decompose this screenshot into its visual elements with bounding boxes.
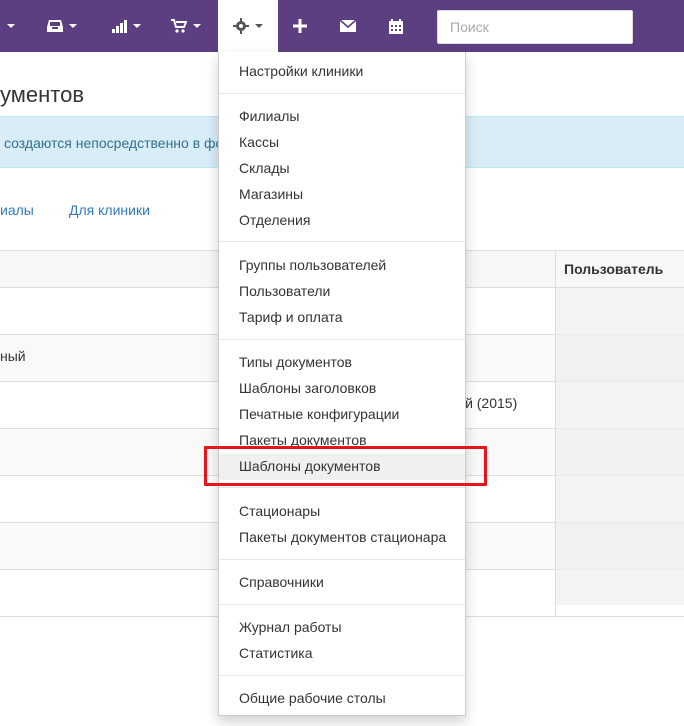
top-navbar xyxy=(0,0,684,52)
menu-item-reference-books[interactable]: Справочники xyxy=(219,570,465,596)
menu-item-document-types[interactable]: Типы документов xyxy=(219,350,465,376)
calendar-icon xyxy=(389,18,403,34)
gear-icon xyxy=(233,18,249,34)
menu-item-departments[interactable]: Отделения xyxy=(219,208,465,234)
menu-item-header-templates[interactable]: Шаблоны заголовков xyxy=(219,376,465,402)
menu-divider xyxy=(219,241,465,242)
menu-item-stores[interactable]: Магазины xyxy=(219,182,465,208)
menu-item-branches[interactable]: Филиалы xyxy=(219,104,465,130)
menu-divider xyxy=(219,604,465,605)
inbox-icon xyxy=(47,19,63,33)
menu-item-user-groups[interactable]: Группы пользователей xyxy=(219,253,465,279)
caret-down-icon xyxy=(133,24,141,28)
menu-item-cashboxes[interactable]: Кассы xyxy=(219,130,465,156)
nav-add-button[interactable] xyxy=(286,0,314,52)
menu-item-statistics[interactable]: Статистика xyxy=(219,641,465,667)
nav-messages-button[interactable] xyxy=(334,0,362,52)
menu-item-shared-desktops[interactable]: Общие рабочие столы xyxy=(219,686,465,712)
nav-calendar-button[interactable] xyxy=(382,0,410,52)
menu-item-clinic-settings[interactable]: Настройки клиники xyxy=(219,59,465,85)
menu-divider xyxy=(219,487,465,488)
caret-down-icon xyxy=(69,24,77,28)
menu-item-users[interactable]: Пользователи xyxy=(219,279,465,305)
page-title: ументов xyxy=(0,82,85,107)
nav-menu-dropdown[interactable] xyxy=(0,0,22,52)
menu-divider xyxy=(219,339,465,340)
shopping-cart-icon xyxy=(171,19,187,33)
menu-item-tariff-payment[interactable]: Тариф и оплата xyxy=(219,305,465,331)
plus-icon xyxy=(293,19,307,33)
menu-item-warehouses[interactable]: Склады xyxy=(219,156,465,182)
nav-reports-dropdown[interactable] xyxy=(100,0,152,52)
menu-divider xyxy=(219,675,465,676)
caret-down-icon xyxy=(255,24,263,28)
info-alert-text: создаются непосредственно в фо xyxy=(4,135,224,151)
table-cell: ный xyxy=(0,348,26,364)
menu-item-print-configs[interactable]: Печатные конфигурации xyxy=(219,402,465,428)
tab-for-clinic[interactable]: Для клиники xyxy=(69,202,150,218)
envelope-icon xyxy=(340,20,356,32)
caret-down-icon xyxy=(7,24,15,28)
settings-dropdown-menu: Настройки клиники Филиалы Кассы Склады М… xyxy=(218,52,466,716)
search-input[interactable] xyxy=(437,10,633,44)
column-header-user: Пользователь xyxy=(555,251,663,288)
bar-chart-icon xyxy=(111,19,127,33)
user-column-placeholder xyxy=(556,288,684,605)
nav-settings-dropdown[interactable] xyxy=(218,0,278,52)
menu-item-work-log[interactable]: Журнал работы xyxy=(219,615,465,641)
menu-divider xyxy=(219,93,465,94)
caret-down-icon xyxy=(193,24,201,28)
nav-inbox-dropdown[interactable] xyxy=(36,0,88,52)
tab-branches[interactable]: иалы xyxy=(0,202,34,218)
nav-shop-dropdown[interactable] xyxy=(160,0,212,52)
annotation-highlight-box xyxy=(204,446,487,486)
menu-item-hospitals[interactable]: Стационары xyxy=(219,499,465,525)
menu-divider xyxy=(219,559,465,560)
menu-item-hospital-doc-packages[interactable]: Пакеты документов стационара xyxy=(219,525,465,551)
